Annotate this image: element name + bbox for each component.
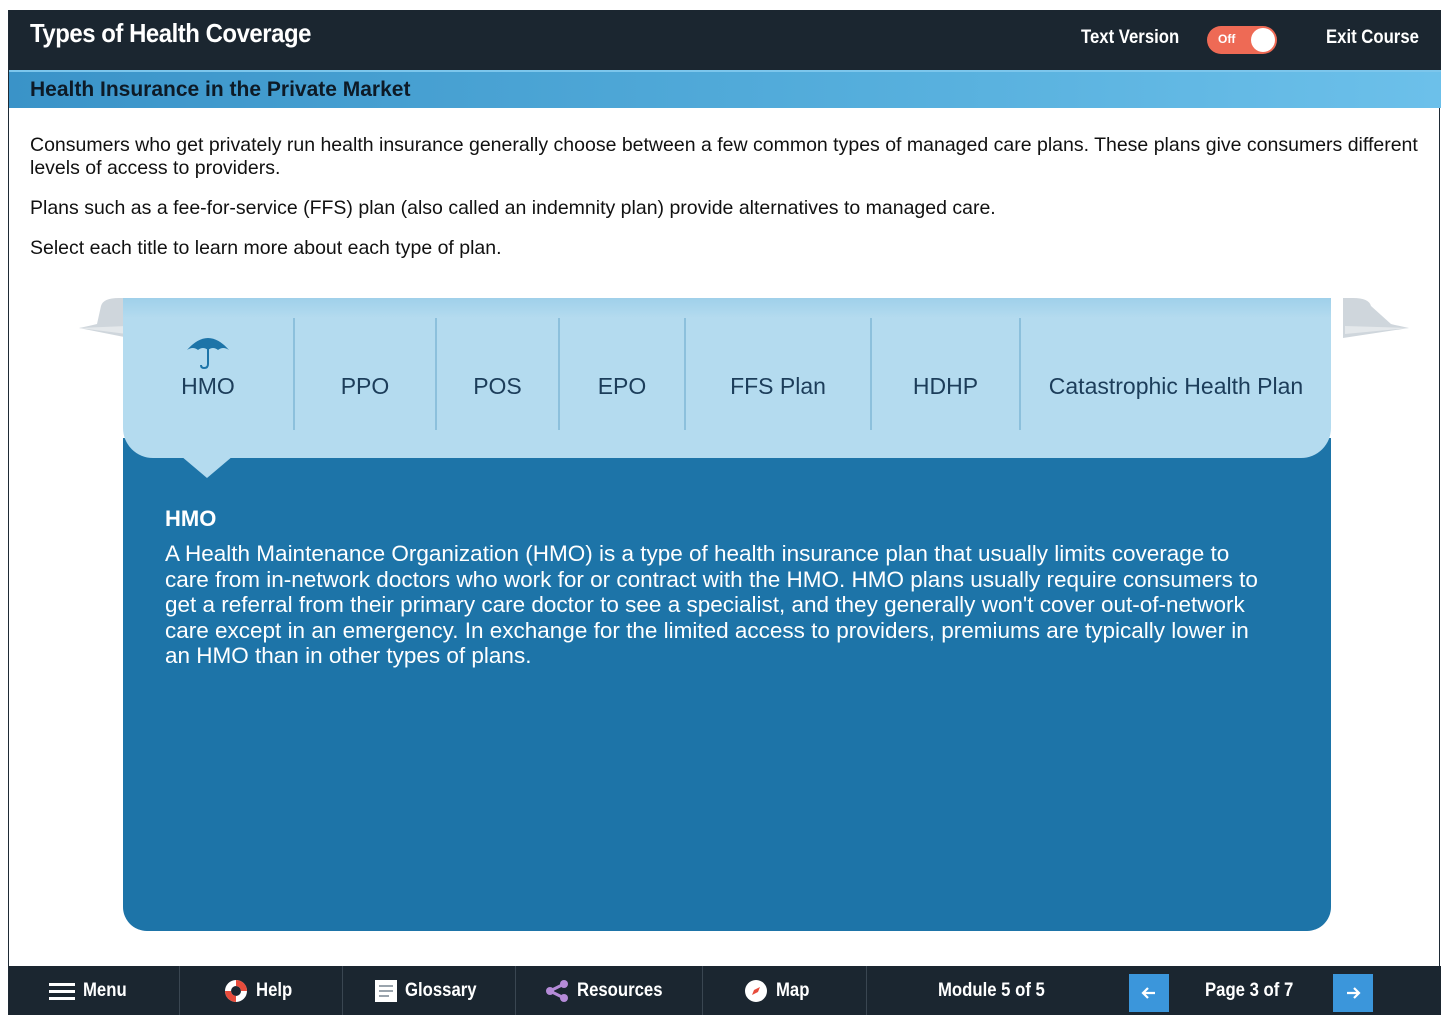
selected-tab-pointer — [181, 456, 233, 478]
previous-page-button[interactable] — [1129, 974, 1169, 1012]
map-button[interactable]: Map — [744, 966, 814, 1015]
footer-divider — [866, 966, 867, 1015]
map-label: Map — [776, 979, 810, 1001]
tab-epo[interactable]: EPO — [560, 318, 684, 430]
content-heading: HMO — [165, 506, 217, 531]
resources-button[interactable]: Resources — [545, 966, 674, 1015]
toggle-knob — [1251, 28, 1275, 52]
section-header: Health Insurance in the Private Market — [9, 70, 1441, 108]
intro-text: Consumers who get privately run health i… — [30, 134, 1420, 277]
glossary-label: Glossary — [405, 979, 477, 1001]
arrow-right-icon — [1347, 987, 1361, 999]
share-icon — [546, 979, 568, 1002]
lifebuoy-icon — [225, 979, 247, 1002]
book-icon — [375, 979, 397, 1002]
plan-tab-panel: HMO PPO POS EPO FFS Plan HDHP Catastroph… — [123, 298, 1331, 931]
content-area — [123, 438, 1331, 931]
help-label: Help — [256, 979, 293, 1001]
page-indicator: Page 3 of 7 — [1205, 966, 1305, 1015]
course-window: Types of Health Coverage Text Version Of… — [8, 10, 1441, 1015]
tab-strip-top — [123, 298, 1331, 318]
section-title: Health Insurance in the Private Market — [30, 78, 411, 101]
tab-ffs-plan[interactable]: FFS Plan — [686, 318, 870, 430]
tab-hdhp[interactable]: HDHP — [872, 318, 1019, 430]
module-indicator: Module 5 of 5 — [938, 966, 1059, 1015]
text-version-label: Text Version — [1081, 27, 1180, 48]
arrow-left-icon — [1141, 987, 1155, 999]
text-version-toggle[interactable]: Off — [1207, 26, 1277, 54]
top-bar: Types of Health Coverage Text Version Of… — [9, 10, 1441, 70]
toggle-state-label: Off — [1218, 32, 1236, 46]
next-page-button[interactable] — [1333, 974, 1373, 1012]
footer-divider — [702, 966, 703, 1015]
footer-bar: Menu Help Glossary Resources Map Module … — [9, 966, 1441, 1015]
intro-paragraph-3: Select each title to learn more about ea… — [30, 237, 502, 259]
footer-divider — [342, 966, 343, 1015]
page-label: Page 3 of 7 — [1205, 979, 1294, 1001]
tab-hmo[interactable]: HMO — [123, 318, 293, 430]
course-title: Types of Health Coverage — [30, 18, 311, 48]
tab-catastrophic-health-plan[interactable]: Catastrophic Health Plan — [1021, 318, 1331, 430]
tab-pos[interactable]: POS — [437, 318, 558, 430]
resources-label: Resources — [577, 979, 663, 1001]
intro-paragraph-2: Plans such as a fee-for-service (FFS) pl… — [30, 197, 996, 219]
menu-button[interactable]: Menu — [49, 966, 133, 1015]
menu-label: Menu — [83, 979, 127, 1001]
content-body: A Health Maintenance Organization (HMO) … — [165, 541, 1258, 668]
help-button[interactable]: Help — [224, 966, 297, 1015]
intro-paragraph-1: Consumers who get privately run health i… — [30, 134, 1418, 179]
exit-course-button[interactable]: Exit Course — [1326, 27, 1419, 49]
tab-ppo[interactable]: PPO — [295, 318, 435, 430]
hamburger-icon — [49, 982, 75, 1000]
footer-divider — [515, 966, 516, 1015]
module-label: Module 5 of 5 — [938, 979, 1045, 1001]
compass-icon — [745, 979, 767, 1002]
glossary-button[interactable]: Glossary — [375, 966, 486, 1015]
footer-divider — [179, 966, 180, 1015]
